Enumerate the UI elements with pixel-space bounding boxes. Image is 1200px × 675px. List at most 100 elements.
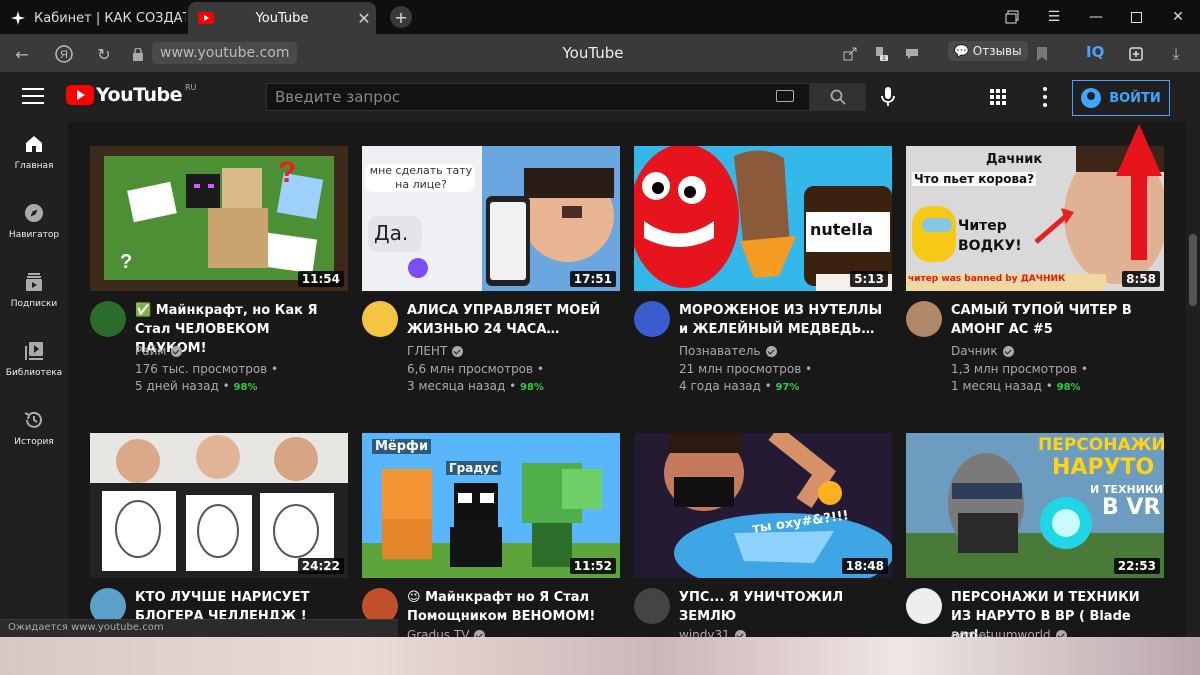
view-count: 6,6 млн просмотров •	[407, 362, 545, 376]
rating-percent: 98%	[233, 382, 258, 393]
thumb-text-e: читер was banned by ДАЧНИК	[908, 274, 1066, 284]
iq-button[interactable]: IQ	[1086, 43, 1104, 61]
reviews-button[interactable]: 💬 Отзывы	[948, 41, 1028, 61]
video-title[interactable]: 😉 Майнкрафт но Я Стал Помощником ВЕНОМОМ…	[407, 588, 617, 626]
youtube-icon	[198, 10, 214, 26]
menu-icon[interactable]: ☰	[1034, 0, 1074, 34]
minimize-icon[interactable]: —	[1076, 0, 1116, 34]
sign-in-label: ВОЙТИ	[1109, 90, 1161, 106]
channel-name[interactable]: Познаватель	[679, 344, 777, 358]
video-thumbnail[interactable]: nutella 5:13	[634, 146, 892, 291]
sidebar-item-history[interactable]: История	[0, 398, 68, 458]
browser-status-bar: Ожидается www.youtube.com	[0, 619, 398, 637]
channel-avatar[interactable]	[362, 301, 398, 337]
sidebar-item-explore[interactable]: Навигатор	[0, 191, 68, 251]
verified-check-icon	[1002, 345, 1014, 357]
video-card[interactable]: ты оху#&?!!! 18:48 УПС... Я УНИЧТОЖИЛ ЗЕ…	[634, 433, 892, 638]
channel-name-text: ГЛЕНТ	[407, 344, 448, 358]
lock-icon	[130, 42, 146, 66]
new-tab-button[interactable]: +	[390, 6, 412, 28]
video-title[interactable]: УПС... Я УНИЧТОЖИЛ ЗЕМЛЮ	[679, 588, 889, 626]
channel-avatar[interactable]	[634, 301, 670, 337]
extensions-icon[interactable]	[1124, 42, 1148, 66]
video-duration: 5:13	[850, 271, 888, 287]
video-card[interactable]: Мёрфи Градус 11:52 😉 Майнкрафт но Я Стал…	[362, 433, 620, 638]
apps-grid-icon[interactable]	[990, 89, 1006, 105]
search-input[interactable]: Введите запрос	[266, 83, 810, 111]
adblock-icon[interactable]: 1	[868, 42, 892, 66]
video-title[interactable]: САМЫЙ ТУПОЙ ЧИТЕР В АМОНГ АС #5	[951, 301, 1161, 339]
logo-text: YouTube	[96, 84, 182, 106]
yandex-icon[interactable]: Я	[52, 42, 76, 66]
hamburger-menu-icon[interactable]	[22, 88, 44, 106]
channel-name-text: Райм	[135, 344, 167, 358]
scrollbar-thumb[interactable]	[1189, 234, 1197, 306]
video-card[interactable]: 24:22 КТО ЛУЧШЕ НАРИСУЕТ БЛОГЕРА ЧЕЛЛЕНД…	[90, 433, 348, 624]
video-thumbnail[interactable]: ты оху#&?!!! 18:48	[634, 433, 892, 578]
page-scrollbar[interactable]	[1186, 122, 1200, 638]
keyboard-icon[interactable]	[776, 90, 794, 102]
sign-in-button[interactable]: ВОЙТИ	[1072, 80, 1170, 116]
video-card[interactable]: ПЕРСОНАЖИ НАРУТО И ТЕХНИКИ В VR 22:53 ПЕ…	[906, 433, 1164, 638]
url-field[interactable]: www.youtube.com	[152, 42, 298, 64]
youtube-logo[interactable]: YouTube RU	[66, 82, 197, 106]
tab-title: Кабинет | КАК СОЗДАТЬ И	[34, 10, 186, 26]
reload-icon[interactable]: ↻	[92, 42, 116, 66]
channel-avatar[interactable]	[906, 301, 942, 337]
video-grid: ? ? 11:54 ✅ Майнкрафт, но Как Я Стал ЧЕЛ…	[68, 122, 1186, 638]
video-title[interactable]: МОРОЖЕНОЕ ИЗ НУТЕЛЛЫ и ЖЕЛЕЙНЫЙ МЕДВЕДЬ…	[679, 301, 889, 339]
video-card[interactable]: nutella 5:13 МОРОЖЕНОЕ ИЗ НУТЕЛЛЫ и ЖЕЛЕ…	[634, 146, 892, 393]
video-title[interactable]: АЛИСА УПРАВЛЯЕТ МОЕЙ ЖИЗНЬЮ 24 ЧАСА…	[407, 301, 617, 339]
sidebar-item-library[interactable]: Библиотека	[0, 329, 68, 389]
tab-cabinet[interactable]: Кабинет | КАК СОЗДАТЬ И	[0, 2, 186, 34]
close-tab-icon[interactable]: ✕	[352, 9, 376, 28]
video-thumbnail[interactable]: ? ? 11:54	[90, 146, 348, 291]
settings-kebab-icon[interactable]	[1042, 87, 1048, 107]
sidebar-item-label: Навигатор	[8, 230, 60, 240]
video-card[interactable]: мне сделать тату на лице? Да. 17:51 АЛИС…	[362, 146, 620, 393]
region-label: RU	[184, 82, 197, 92]
tab-youtube[interactable]: YouTube ✕	[188, 2, 376, 34]
verified-check-icon	[765, 345, 777, 357]
thumb-text-b: НАРУТО	[1052, 455, 1155, 480]
upload-date: 4 года назад • 97%	[679, 379, 800, 393]
tabs-overview-icon[interactable]	[992, 0, 1032, 34]
video-duration: 8:58	[1122, 271, 1160, 287]
channel-avatar[interactable]	[90, 301, 126, 337]
sidebar-item-subscriptions[interactable]: Подписки	[0, 260, 68, 320]
thumb-text-c: Читер	[958, 218, 1007, 234]
upload-date: 1 месяц назад • 98%	[951, 379, 1081, 393]
thumb-text-a: Дачник	[986, 152, 1043, 167]
channel-name[interactable]: Dачник	[951, 344, 1014, 358]
share-icon[interactable]	[838, 42, 862, 66]
view-count: 1,3 млн просмотров •	[951, 362, 1089, 376]
channel-name[interactable]: Райм	[135, 344, 183, 358]
window-close-icon[interactable]: ✕	[1158, 0, 1198, 34]
video-duration: 17:51	[569, 271, 616, 287]
bookmark-icon[interactable]	[1030, 42, 1054, 66]
video-duration: 18:48	[841, 558, 888, 574]
channel-avatar[interactable]	[634, 588, 670, 624]
search-button[interactable]	[810, 83, 866, 111]
back-icon[interactable]: ←	[10, 42, 34, 66]
download-icon[interactable]: ⤓	[1164, 42, 1188, 66]
video-thumbnail[interactable]: Мёрфи Градус 11:52	[362, 433, 620, 578]
compass-icon	[25, 204, 43, 222]
thumb-text-d: В VR	[1102, 495, 1161, 520]
upload-date-text: 5 дней назад	[135, 379, 219, 393]
upload-date-text: 4 года назад	[679, 379, 761, 393]
video-thumbnail[interactable]: мне сделать тату на лице? Да. 17:51	[362, 146, 620, 291]
thumb-text-d: ВОДКУ!	[958, 238, 1022, 254]
sidebar-item-home[interactable]: Главная	[0, 122, 68, 182]
thumb-text-a: ПЕРСОНАЖИ	[1038, 435, 1164, 455]
address-bar: ← Я ↻ www.youtube.com YouTube 1 💬 Отзывы…	[0, 34, 1200, 72]
comment-icon[interactable]	[900, 42, 924, 66]
video-card[interactable]: ? ? 11:54 ✅ Майнкрафт, но Как Я Стал ЧЕЛ…	[90, 146, 348, 393]
channel-name[interactable]: ГЛЕНТ	[407, 344, 464, 358]
video-thumbnail[interactable]: ПЕРСОНАЖИ НАРУТО И ТЕХНИКИ В VR 22:53	[906, 433, 1164, 578]
video-thumbnail[interactable]: 24:22	[90, 433, 348, 578]
channel-avatar[interactable]	[906, 588, 942, 624]
maximize-icon[interactable]	[1116, 0, 1156, 34]
microphone-icon[interactable]	[878, 86, 898, 108]
thumb-text-b: Градус	[446, 461, 501, 475]
